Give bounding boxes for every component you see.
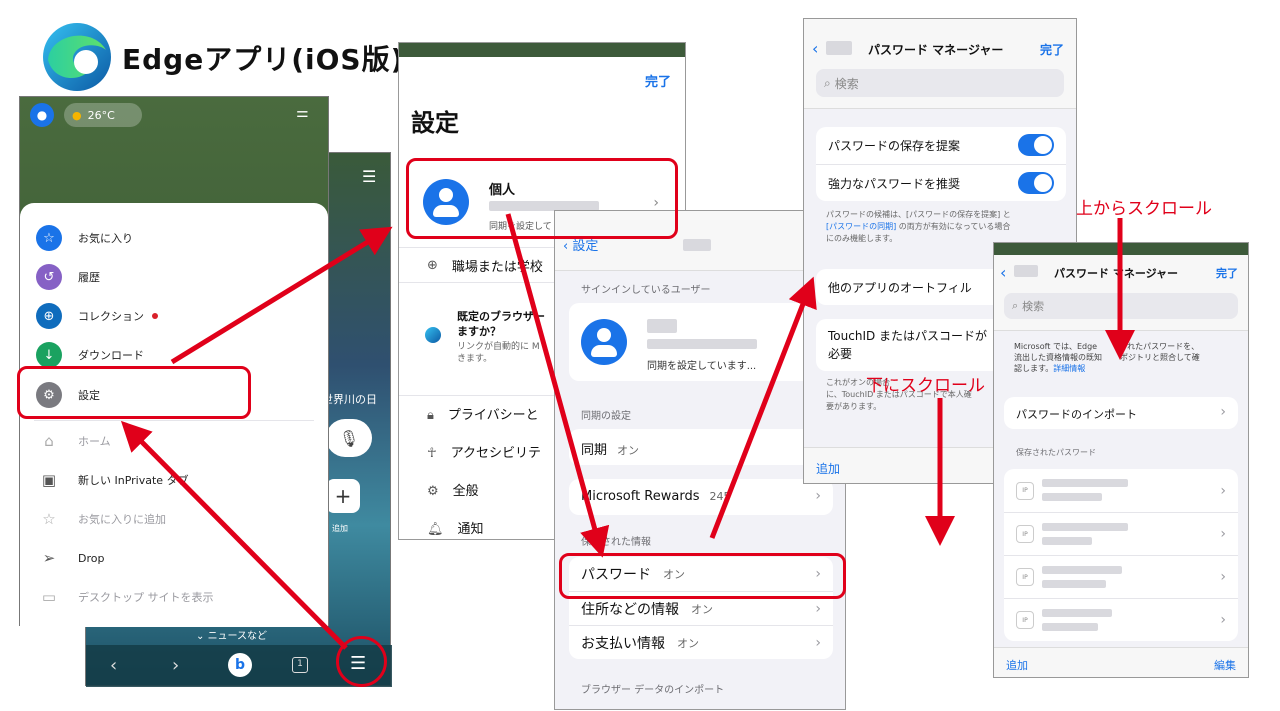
arrow-menu-to-settings xyxy=(120,420,348,650)
arrow-profile-to-passwords xyxy=(505,213,610,558)
arrow-passwords-to-manager xyxy=(709,276,817,539)
annotation-arrows xyxy=(120,213,1135,650)
arrow-settings-to-panel xyxy=(170,226,393,365)
